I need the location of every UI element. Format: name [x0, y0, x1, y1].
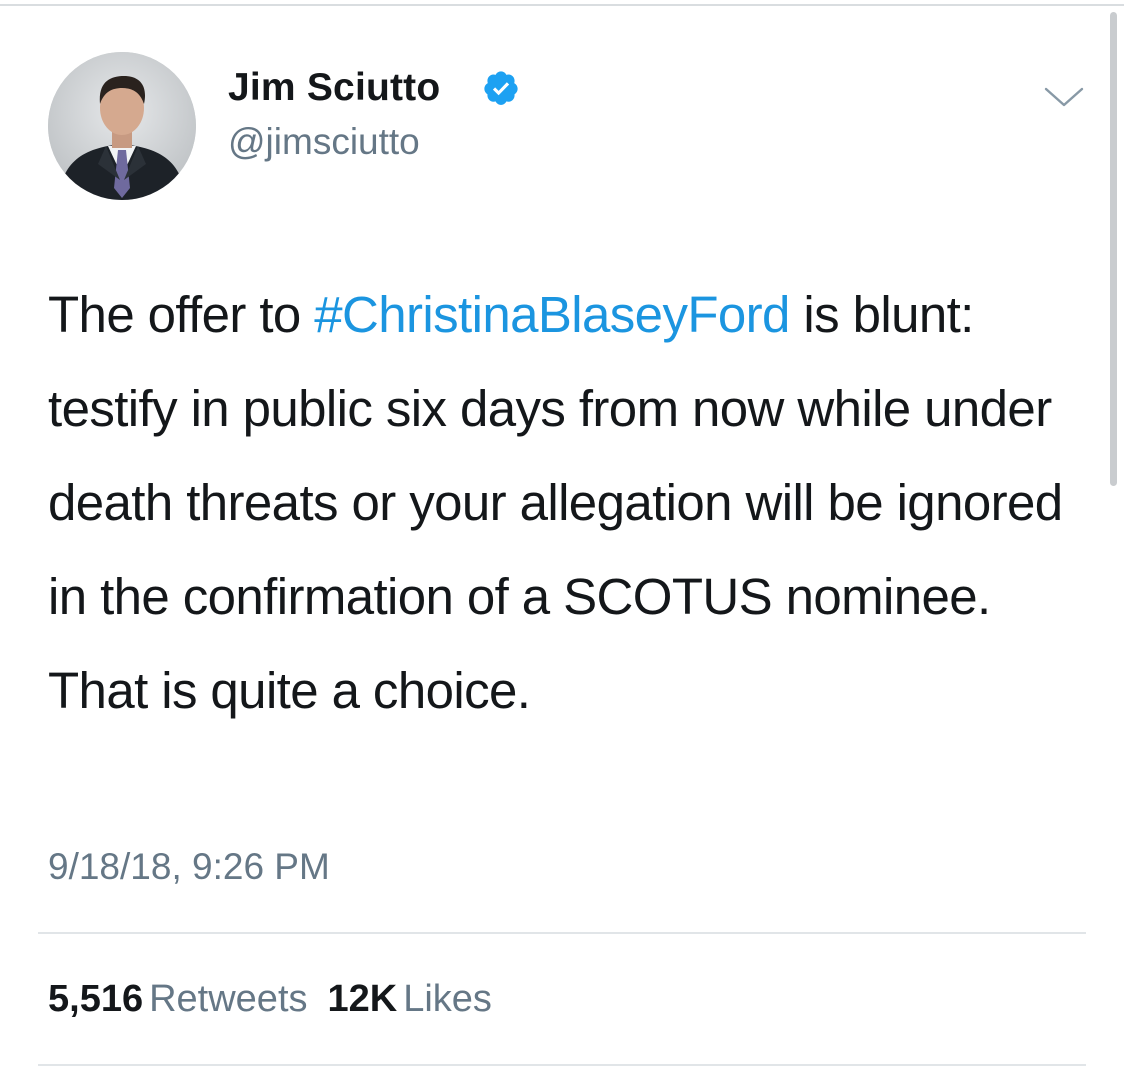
engagement-stats: 5,516 Retweets 12K Likes [48, 978, 492, 1021]
likes-stat[interactable]: 12K Likes [328, 978, 492, 1020]
avatar[interactable] [48, 52, 196, 200]
display-name[interactable]: Jim Sciutto [228, 66, 440, 110]
tweet-text-before: The offer to [48, 286, 315, 343]
tweet-text: The offer to #ChristinaBlaseyFord is blu… [48, 268, 1098, 738]
likes-label: Likes [403, 978, 492, 1020]
tweet-timestamp[interactable]: 9/18/18, 9:26 PM [48, 846, 330, 888]
retweets-label: Retweets [149, 978, 308, 1020]
top-divider [0, 4, 1124, 6]
tweet-text-after: is blunt: testify in public six days fro… [48, 286, 1063, 719]
username-handle[interactable]: @jimsciutto [228, 121, 420, 163]
verified-badge-icon [484, 71, 518, 105]
retweets-count: 5,516 [48, 978, 144, 1020]
retweets-stat[interactable]: 5,516 Retweets [48, 978, 308, 1020]
profile-photo [48, 52, 196, 200]
likes-count: 12K [327, 978, 398, 1020]
chevron-down-icon[interactable] [1044, 86, 1084, 108]
scrollbar[interactable] [1110, 12, 1117, 486]
divider [38, 932, 1086, 934]
hashtag-link[interactable]: #ChristinaBlaseyFord [314, 286, 790, 343]
divider [38, 1064, 1086, 1066]
